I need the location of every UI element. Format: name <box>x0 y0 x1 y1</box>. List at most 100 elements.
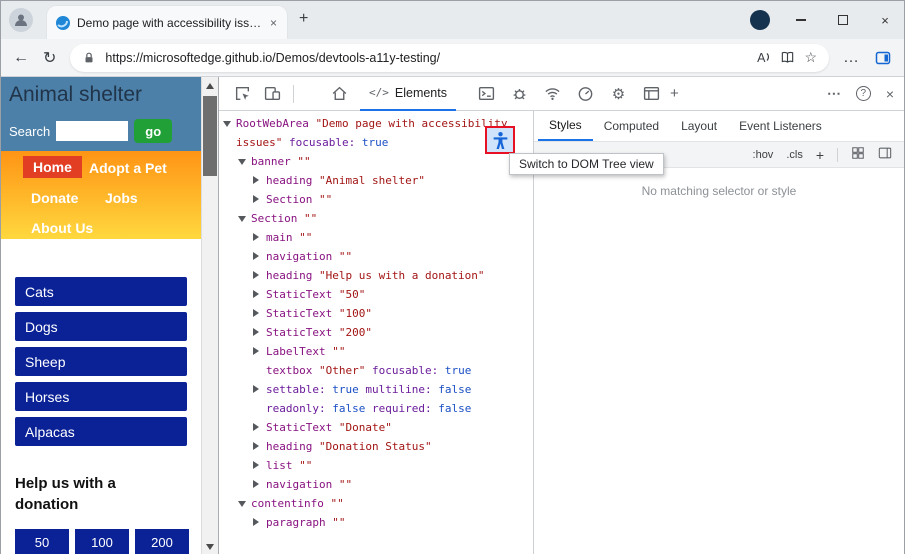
category-button-dogs[interactable]: Dogs <box>15 312 187 341</box>
category-button-cats[interactable]: Cats <box>15 277 187 306</box>
nav-item-donate[interactable]: Donate <box>31 190 78 206</box>
toggle-hover-state-button[interactable]: :hov <box>753 149 774 161</box>
device-toolbar-button[interactable] <box>257 85 287 102</box>
titlebar: Demo page with accessibility issues × + … <box>1 1 904 39</box>
scroll-up-button[interactable] <box>202 77 218 94</box>
nav-item-about-us[interactable]: About Us <box>31 220 93 236</box>
a11y-tree-node[interactable]: heading "Help us with a donation" <box>219 266 532 285</box>
a11y-tree-node[interactable]: StaticText "100" <box>219 304 532 323</box>
styles-tab-computed[interactable]: Computed <box>593 111 670 141</box>
collapsed-arrow-icon[interactable] <box>253 195 259 203</box>
collapsed-arrow-icon[interactable] <box>253 347 259 355</box>
help-icon[interactable]: ? <box>855 86 871 101</box>
more-options-icon[interactable]: ⋯ <box>827 85 841 102</box>
a11y-tree-node[interactable]: settable: true multiline: false <box>219 380 532 399</box>
window-close-button[interactable]: × <box>874 9 896 31</box>
read-aloud-icon[interactable]: A <box>757 51 771 65</box>
a11y-tree-node[interactable]: navigation "" <box>219 247 532 266</box>
expanded-arrow-icon[interactable] <box>238 501 246 507</box>
nav-item-adopt-a-pet[interactable]: Adopt a Pet <box>89 160 167 176</box>
active-tab[interactable]: Demo page with accessibility issues × <box>47 6 287 39</box>
immersive-reader-icon[interactable] <box>780 50 795 65</box>
collapsed-arrow-icon[interactable] <box>253 233 259 241</box>
a11y-tree-node[interactable]: banner "" <box>219 152 532 171</box>
collapsed-arrow-icon[interactable] <box>253 176 259 184</box>
expanded-arrow-icon[interactable] <box>223 121 231 127</box>
welcome-tab-button[interactable] <box>324 85 354 102</box>
url-text[interactable]: https://microsoftedge.github.io/Demos/de… <box>105 51 748 65</box>
performance-button[interactable] <box>569 85 602 103</box>
collapsed-arrow-icon[interactable] <box>253 480 259 488</box>
a11y-tree-node[interactable]: contentinfo "" <box>219 494 532 513</box>
minimize-button[interactable] <box>790 9 812 31</box>
expanded-arrow-icon[interactable] <box>238 216 246 222</box>
a11y-tree-node[interactable]: StaticText "50" <box>219 285 532 304</box>
profile-avatar[interactable] <box>9 8 33 32</box>
accessibility-view-toggle-button[interactable] <box>485 126 515 154</box>
collapsed-arrow-icon[interactable] <box>253 423 259 431</box>
grid-overlay-icon[interactable] <box>851 146 865 163</box>
console-button[interactable] <box>470 85 503 103</box>
category-button-sheep[interactable]: Sheep <box>15 347 187 376</box>
settings-menu-icon[interactable]: … <box>843 49 860 67</box>
debugger-button[interactable] <box>503 85 536 103</box>
computed-sidebar-icon[interactable] <box>878 146 892 163</box>
category-button-alpacas[interactable]: Alpacas <box>15 417 187 446</box>
collapsed-arrow-icon[interactable] <box>253 271 259 279</box>
new-style-rule-button[interactable]: + <box>816 147 824 163</box>
search-input[interactable] <box>56 121 129 141</box>
scroll-down-button[interactable] <box>202 538 218 554</box>
a11y-tree-node[interactable]: textbox "Other" focusable: true <box>219 361 532 380</box>
a11y-tree-node[interactable]: main "" <box>219 228 532 247</box>
a11y-tree-node[interactable]: LabelText "" <box>219 342 532 361</box>
nav-item-jobs[interactable]: Jobs <box>105 190 138 206</box>
favorite-star-icon[interactable]: ☆ <box>804 49 817 66</box>
back-button[interactable]: ← <box>13 49 29 67</box>
search-go-button[interactable]: go <box>134 119 173 143</box>
page-scrollbar[interactable] <box>201 77 218 554</box>
application-button[interactable] <box>635 85 668 103</box>
a11y-tree-node[interactable]: heading "Donation Status" <box>219 437 532 456</box>
styles-tab-layout[interactable]: Layout <box>670 111 728 141</box>
collapsed-arrow-icon[interactable] <box>253 461 259 469</box>
collapsed-arrow-icon[interactable] <box>253 328 259 336</box>
address-bar[interactable]: https://microsoftedge.github.io/Demos/de… <box>70 43 829 72</box>
styles-tab-event-listeners[interactable]: Event Listeners <box>728 111 833 141</box>
sidebar-toggle-icon[interactable] <box>874 50 892 66</box>
inspect-button[interactable] <box>227 85 257 102</box>
a11y-tree-node[interactable]: heading "Animal shelter" <box>219 171 532 190</box>
browser-profile-badge-icon[interactable] <box>750 10 770 30</box>
expanded-arrow-icon[interactable] <box>238 159 246 165</box>
a11y-tree-node[interactable]: paragraph "" <box>219 513 532 532</box>
more-tabs-button[interactable]: + <box>670 85 679 102</box>
collapsed-arrow-icon[interactable] <box>253 518 259 526</box>
a11y-tree-node[interactable]: Section "" <box>219 190 532 209</box>
a11y-tree-node[interactable]: StaticText "200" <box>219 323 532 342</box>
tab-close-icon[interactable]: × <box>268 16 279 30</box>
styles-tab-styles[interactable]: Styles <box>538 111 593 141</box>
maximize-button[interactable] <box>832 9 854 31</box>
nav-item-home[interactable]: Home <box>23 156 82 178</box>
scrollbar-thumb[interactable] <box>203 96 217 176</box>
tab-elements[interactable]: </> Elements <box>360 77 456 111</box>
a11y-tree-node[interactable]: Section "" <box>219 209 532 228</box>
collapsed-arrow-icon[interactable] <box>253 290 259 298</box>
a11y-tree-node[interactable]: readonly: false required: false <box>219 399 532 418</box>
devtools-close-button[interactable]: × <box>886 86 894 102</box>
new-tab-button[interactable]: + <box>299 10 308 28</box>
toggle-class-button[interactable]: .cls <box>786 149 803 161</box>
a11y-tree-node[interactable]: navigation "" <box>219 475 532 494</box>
collapsed-arrow-icon[interactable] <box>253 309 259 317</box>
category-button-horses[interactable]: Horses <box>15 382 187 411</box>
collapsed-arrow-icon[interactable] <box>253 385 259 393</box>
donation-amount-button-200[interactable]: 200 <box>135 529 189 554</box>
a11y-tree-node[interactable]: StaticText "Donate" <box>219 418 532 437</box>
settings-gear-icon[interactable]: ⚙ <box>602 85 635 103</box>
donation-amount-button-50[interactable]: 50 <box>15 529 69 554</box>
collapsed-arrow-icon[interactable] <box>253 442 259 450</box>
network-button[interactable] <box>536 85 569 103</box>
collapsed-arrow-icon[interactable] <box>253 252 259 260</box>
refresh-button[interactable]: ↻ <box>43 48 56 68</box>
donation-amount-button-100[interactable]: 100 <box>75 529 129 554</box>
a11y-tree-node[interactable]: list "" <box>219 456 532 475</box>
